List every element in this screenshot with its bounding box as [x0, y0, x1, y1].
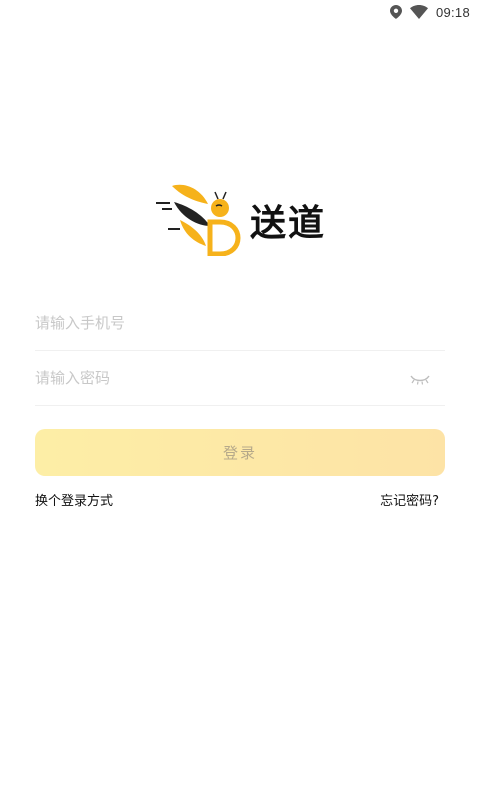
switch-login-method-link[interactable]: 换个登录方式: [35, 490, 113, 509]
login-links: 换个登录方式 忘记密码?: [35, 490, 439, 509]
brand-name: 送道: [249, 203, 326, 244]
brand-logo: 送道: [0, 180, 480, 260]
location-icon: [389, 5, 402, 19]
phone-field-row: [35, 296, 445, 351]
bee-logo-icon: [154, 180, 244, 260]
password-input[interactable]: [35, 369, 395, 387]
wifi-icon: [409, 5, 428, 19]
phone-input[interactable]: [35, 314, 395, 332]
status-bar: 09:18: [0, 0, 480, 24]
login-button[interactable]: 登录: [35, 429, 445, 476]
forgot-password-link[interactable]: 忘记密码?: [380, 490, 439, 509]
password-field-row: [35, 351, 445, 406]
status-time: 09:18: [435, 4, 470, 20]
eye-closed-icon[interactable]: [409, 371, 431, 385]
